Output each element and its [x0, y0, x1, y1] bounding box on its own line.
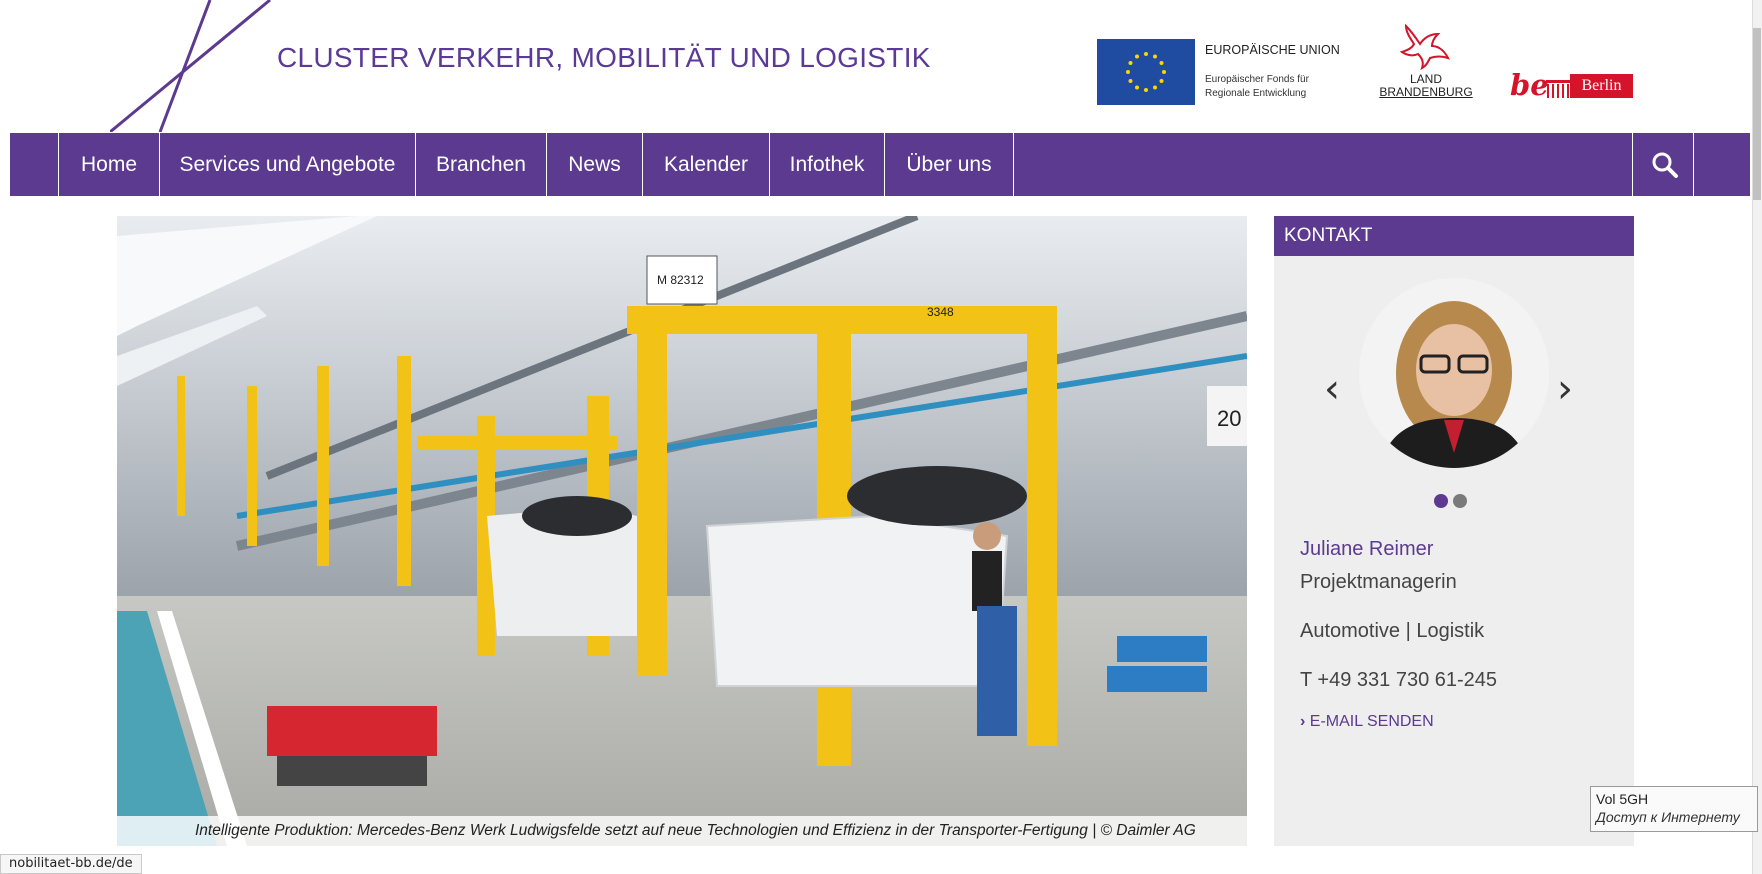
- chevron-right-icon: ›: [1300, 713, 1306, 730]
- avatar: [1359, 278, 1549, 468]
- brandenburg-text: LAND BRANDENBURG: [1374, 73, 1478, 99]
- slide-dot-2[interactable]: [1453, 494, 1467, 508]
- factory-photo: M 82312 3348 20: [117, 216, 1247, 846]
- nav-item-ueber-uns[interactable]: Über uns: [884, 133, 1014, 196]
- hero-image[interactable]: M 82312 3348 20 Intelligente Produktion:…: [117, 216, 1247, 846]
- nav-item-kalender[interactable]: Kalender: [642, 133, 769, 196]
- berlin-be-text: be: [1510, 68, 1549, 102]
- main-nav: Home Services und Angebote Branchen News…: [10, 133, 1750, 196]
- brandenburg-gate-icon: [1546, 80, 1570, 98]
- nav-item-news[interactable]: News: [546, 133, 642, 196]
- contact-sidebar: KONTAKT ‹ › Juliane Reimer Projektmanage…: [1274, 216, 1634, 846]
- tooltip-line2: Доступ к Интернету: [1596, 809, 1740, 825]
- status-bar-url: nobilitaet-bb.de/de: [0, 854, 142, 874]
- berlin-logo[interactable]: be Berlin: [1508, 68, 1633, 104]
- network-tooltip: Vol 5GH Доступ к Интернету: [1590, 786, 1758, 832]
- nav-item-branchen[interactable]: Branchen: [415, 133, 546, 196]
- next-arrow-icon[interactable]: ›: [1557, 366, 1573, 412]
- slide-dot-1[interactable]: [1434, 494, 1448, 508]
- nav-item-infothek[interactable]: Infothek: [769, 133, 884, 196]
- search-button[interactable]: [1632, 133, 1694, 196]
- contact-role: Projektmanagerin: [1300, 571, 1457, 593]
- eu-title: EUROPÄISCHE UNION: [1205, 43, 1340, 57]
- search-icon: [1652, 152, 1678, 178]
- site-header: CLUSTER VERKEHR, MOBILITÄT UND LOGISTIK …: [0, 0, 1762, 132]
- eu-subtitle: Europäischer Fonds für Regionale Entwick…: [1205, 73, 1345, 101]
- site-title[interactable]: CLUSTER VERKEHR, MOBILITÄT UND LOGISTIK: [277, 42, 931, 74]
- contact-photo: [1359, 278, 1549, 468]
- nav-item-home[interactable]: Home: [58, 133, 159, 196]
- email-link[interactable]: › E-MAIL SENDEN: [1300, 713, 1434, 731]
- eu-subtitle-line1: Europäischer Fonds für: [1205, 74, 1309, 85]
- eu-subtitle-line2: Regionale Entwicklung: [1205, 88, 1307, 99]
- scrollbar-thumb[interactable]: [1753, 28, 1761, 200]
- hero-caption: Intelligente Produktion: Mercedes-Benz W…: [117, 816, 1247, 846]
- tooltip-line1: Vol 5GH: [1596, 791, 1649, 807]
- berlin-box: Berlin: [1570, 74, 1633, 98]
- contact-area: Automotive | Logistik: [1300, 620, 1485, 642]
- brandenburg-logo[interactable]: LAND BRANDENBURG: [1374, 22, 1478, 106]
- email-link-label: E-MAIL SENDEN: [1309, 713, 1434, 730]
- contact-header: KONTAKT: [1274, 216, 1634, 256]
- eu-flag-icon: [1097, 39, 1195, 105]
- nav-item-services[interactable]: Services und Angebote: [159, 133, 415, 196]
- contact-name[interactable]: Juliane Reimer: [1300, 538, 1433, 561]
- cluster-logo-lines: [110, 0, 271, 132]
- hero-sign-3: 20: [1217, 406, 1241, 431]
- brandenburg-line2: BRANDENBURG: [1379, 85, 1473, 99]
- hero-sign-2: 3348: [927, 305, 954, 319]
- brandenburg-eagle-icon: [1399, 23, 1450, 70]
- prev-arrow-icon[interactable]: ‹: [1324, 366, 1340, 412]
- hero-sign-1: M 82312: [657, 273, 704, 287]
- contact-phone: T +49 331 730 61-245: [1300, 669, 1498, 691]
